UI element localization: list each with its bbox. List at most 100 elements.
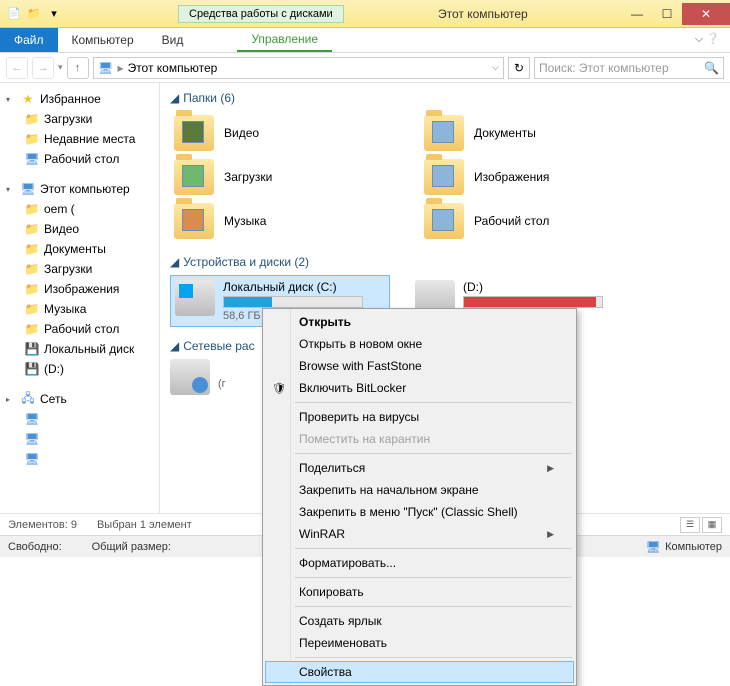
context-menu-item-label: Свойства bbox=[299, 665, 352, 679]
folder-icon: 📁 bbox=[24, 241, 40, 257]
folder-icon bbox=[174, 203, 214, 239]
qat-new-folder-icon[interactable]: 📁 bbox=[26, 6, 42, 22]
section-drives-header[interactable]: ◢Устройства и диски (2) bbox=[170, 255, 720, 269]
sidebar-favorites[interactable]: ▾★Избранное bbox=[2, 89, 157, 109]
sidebar-item-downloads[interactable]: 📁Загрузки bbox=[2, 109, 157, 129]
context-menu-separator bbox=[295, 548, 572, 549]
search-icon: 🔍 bbox=[704, 61, 719, 75]
drive-icon bbox=[175, 280, 215, 316]
folder-icon: 📁 bbox=[24, 111, 40, 127]
refresh-button[interactable]: ↻ bbox=[508, 57, 530, 79]
minimize-button[interactable]: — bbox=[622, 3, 652, 25]
sidebar-item-pictures[interactable]: 📁Изображения bbox=[2, 279, 157, 299]
sidebar-item-downloads2[interactable]: 📁Загрузки bbox=[2, 259, 157, 279]
context-menu-item-label: Закрепить в меню "Пуск" (Classic Shell) bbox=[299, 505, 518, 519]
search-placeholder: Поиск: Этот компьютер bbox=[539, 61, 669, 75]
context-menu-item[interactable]: Открыть в новом окне bbox=[265, 333, 574, 355]
shield-icon: 🛡 bbox=[271, 380, 287, 396]
folder-icon bbox=[424, 159, 464, 195]
sidebar-item-documents[interactable]: 📁Документы bbox=[2, 239, 157, 259]
context-menu-item[interactable]: Форматировать... bbox=[265, 552, 574, 574]
context-menu-item[interactable]: Свойства bbox=[265, 661, 574, 683]
context-menu-item: Поместить на карантин bbox=[265, 428, 574, 450]
context-menu-item-label: Форматировать... bbox=[299, 556, 396, 570]
folder-music[interactable]: Музыка bbox=[170, 199, 420, 243]
view-tiles-button[interactable]: ▦ bbox=[702, 517, 722, 533]
sidebar-item-desktop[interactable]: 🖥Рабочий стол bbox=[2, 149, 157, 169]
sidebar-network-item[interactable]: 🖥 bbox=[2, 429, 157, 449]
maximize-button[interactable]: ☐ bbox=[652, 3, 682, 25]
sidebar-item-desktop2[interactable]: 📁Рабочий стол bbox=[2, 319, 157, 339]
chevron-down-icon: ◢ bbox=[170, 255, 179, 269]
breadcrumb-root[interactable]: Этот компьютер bbox=[128, 61, 218, 75]
sidebar-network[interactable]: ▸🖧Сеть bbox=[2, 389, 157, 409]
folder-downloads[interactable]: Загрузки bbox=[170, 155, 420, 199]
ribbon-tab-computer[interactable]: Компьютер bbox=[58, 28, 148, 52]
sidebar-item-recent[interactable]: 📁Недавние места bbox=[2, 129, 157, 149]
star-icon: ★ bbox=[20, 91, 36, 107]
forward-button[interactable]: → bbox=[32, 57, 54, 79]
context-menu-item[interactable]: 🛡Включить BitLocker bbox=[265, 377, 574, 399]
context-menu-item-label: Browse with FastStone bbox=[299, 359, 422, 373]
folder-videos[interactable]: Видео bbox=[170, 111, 420, 155]
context-menu-item[interactable]: Открыть bbox=[265, 311, 574, 333]
back-button[interactable]: ← bbox=[6, 57, 28, 79]
context-menu-item[interactable]: Переименовать bbox=[265, 632, 574, 654]
ribbon-tab-manage[interactable]: Управление bbox=[237, 28, 332, 52]
qat-dropdown-icon[interactable]: ▾ bbox=[46, 6, 62, 22]
desktop-icon: 🖥 bbox=[24, 151, 40, 167]
folder-pictures[interactable]: Изображения bbox=[420, 155, 670, 199]
sidebar-thispc-label: Этот компьютер bbox=[40, 182, 130, 196]
sidebar-item-music[interactable]: 📁Музыка bbox=[2, 299, 157, 319]
context-menu-item[interactable]: Проверить на вирусы bbox=[265, 406, 574, 428]
context-menu-item[interactable]: WinRAR ▶ bbox=[265, 523, 574, 545]
context-menu-item[interactable]: Закрепить на начальном экране bbox=[265, 479, 574, 501]
folder-icon: 📁 bbox=[24, 131, 40, 147]
context-menu-item[interactable]: Создать ярлык bbox=[265, 610, 574, 632]
address-bar[interactable]: 🖥 ▸ Этот компьютер ⌵ bbox=[93, 57, 504, 79]
pc-icon: 🖥 bbox=[24, 411, 40, 427]
status-free: Свободно: bbox=[8, 541, 62, 553]
status-item-count: Элементов: 9 bbox=[8, 519, 77, 531]
folder-documents[interactable]: Документы bbox=[420, 111, 670, 155]
context-menu-separator bbox=[295, 402, 572, 403]
titlebar: 📄 📁 ▾ Средства работы с дисками Этот ком… bbox=[0, 0, 730, 28]
submenu-arrow-icon: ▶ bbox=[547, 463, 554, 474]
ribbon-tab-file[interactable]: Файл bbox=[0, 28, 58, 52]
sidebar-network-item[interactable]: 🖥 bbox=[2, 409, 157, 429]
sidebar-network-item[interactable]: 🖥 bbox=[2, 449, 157, 469]
ribbon: Файл Компьютер Вид Управление ⌵ ❔ bbox=[0, 28, 730, 53]
sidebar-item-drive-d[interactable]: 💾(D:) bbox=[2, 359, 157, 379]
status-computer: Компьютер bbox=[665, 541, 722, 553]
context-menu-separator bbox=[295, 606, 572, 607]
network-drive-icon bbox=[170, 359, 210, 395]
sidebar-item-localdisk[interactable]: 💾Локальный диск bbox=[2, 339, 157, 359]
navigation-pane: ▾★Избранное 📁Загрузки 📁Недавние места 🖥Р… bbox=[0, 83, 160, 513]
sidebar-thispc[interactable]: ▾🖥Этот компьютер bbox=[2, 179, 157, 199]
section-folders-header[interactable]: ◢Папки (6) bbox=[170, 91, 720, 105]
context-menu-item[interactable]: Закрепить в меню "Пуск" (Classic Shell) bbox=[265, 501, 574, 523]
view-details-button[interactable]: ☰ bbox=[680, 517, 700, 533]
folder-desktop[interactable]: Рабочий стол bbox=[420, 199, 670, 243]
history-dropdown-icon[interactable]: ▾ bbox=[58, 62, 63, 73]
ribbon-tab-view[interactable]: Вид bbox=[148, 28, 198, 52]
context-menu-item[interactable]: Копировать bbox=[265, 581, 574, 603]
context-menu-item-label: Открыть в новом окне bbox=[299, 337, 422, 351]
pc-icon: 🖥 bbox=[98, 60, 114, 76]
up-button[interactable]: ↑ bbox=[67, 57, 89, 79]
context-menu-item[interactable]: Browse with FastStone bbox=[265, 355, 574, 377]
context-menu-item[interactable]: Поделиться▶ bbox=[265, 457, 574, 479]
sidebar-item-oem[interactable]: 📁oem ( bbox=[2, 199, 157, 219]
folder-icon: 📁 bbox=[24, 281, 40, 297]
qat-properties-icon[interactable]: 📄 bbox=[6, 6, 22, 22]
window-title: Этот компьютер bbox=[344, 7, 622, 21]
submenu-arrow-icon: ▶ bbox=[547, 529, 554, 540]
search-input[interactable]: Поиск: Этот компьютер 🔍 bbox=[534, 57, 724, 79]
ribbon-collapse-button[interactable]: ⌵ ❔ bbox=[685, 28, 730, 52]
pc-icon: 🖥 bbox=[20, 181, 36, 197]
context-menu-item-label: WinRAR bbox=[299, 527, 345, 541]
close-button[interactable]: ✕ bbox=[682, 3, 730, 25]
address-dropdown-icon[interactable]: ⌵ bbox=[492, 62, 499, 73]
folder-icon: 📁 bbox=[24, 201, 40, 217]
sidebar-item-videos[interactable]: 📁Видео bbox=[2, 219, 157, 239]
